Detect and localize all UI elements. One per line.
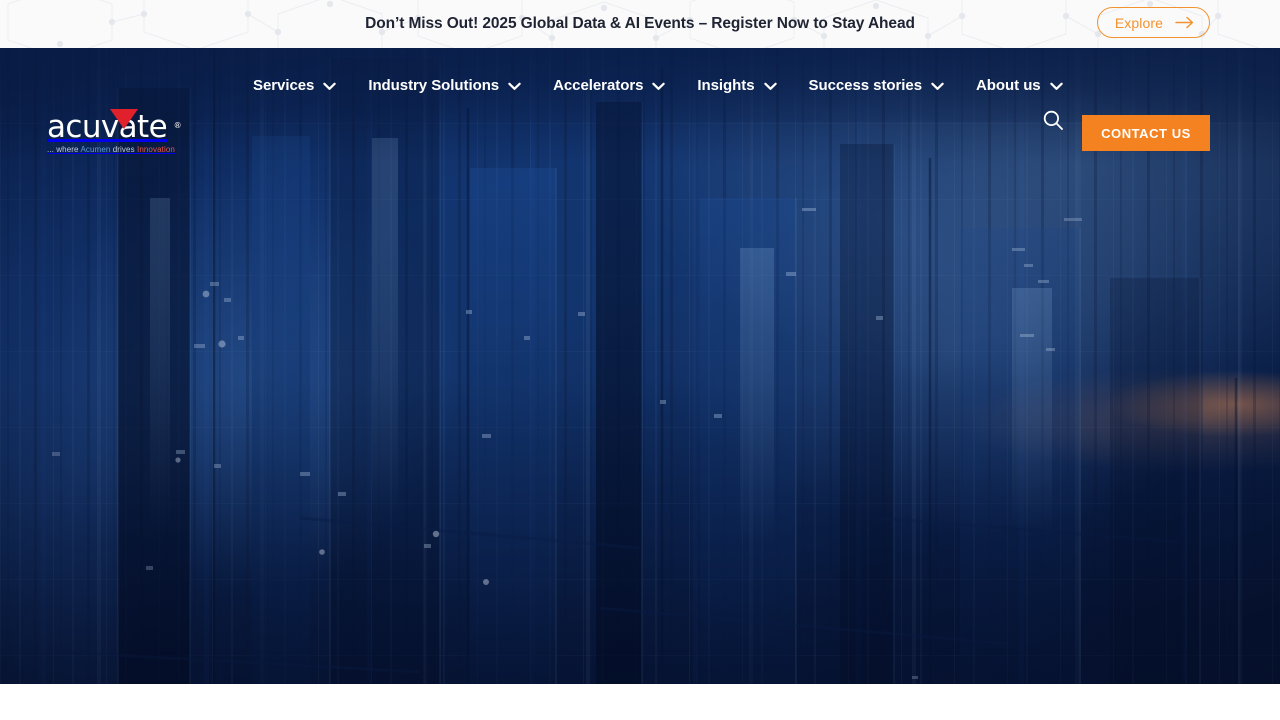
nav-item-label: About us xyxy=(976,76,1041,94)
logo-wordmark: acuvate ® xyxy=(47,109,182,145)
nav-item-label: Services xyxy=(253,76,315,94)
logo-triangle-icon xyxy=(110,109,138,129)
logo-tagline-part1: ... where xyxy=(47,145,81,154)
nav-item-success-stories[interactable]: Success stories xyxy=(809,48,945,122)
chevron-down-icon xyxy=(763,82,777,91)
main-navigation-bar: acuvate ® ... where Acumen drives Innova… xyxy=(0,48,1280,154)
logo-registered-mark: ® xyxy=(173,121,182,130)
nav-item-insights[interactable]: Insights xyxy=(697,48,777,122)
logo-tagline-part4: Innovation xyxy=(137,145,175,154)
search-icon xyxy=(1042,109,1064,134)
nav-item-label: Industry Solutions xyxy=(368,76,500,94)
nav-item-accelerators[interactable]: Accelerators xyxy=(553,48,666,122)
logo-tagline: ... where Acumen drives Innovation xyxy=(47,145,175,154)
search-button[interactable] xyxy=(1040,108,1066,134)
nav-item-label: Accelerators xyxy=(553,76,644,94)
chevron-down-icon xyxy=(508,82,521,91)
announcement-text: Don’t Miss Out! 2025 Global Data & AI Ev… xyxy=(365,15,915,32)
contact-us-button[interactable]: CONTACT US xyxy=(1082,115,1210,151)
nav-links: Services Industry Solutions Accelerators xyxy=(253,48,1063,122)
nav-item-services[interactable]: Services xyxy=(253,48,337,122)
contact-us-button-label: CONTACT US xyxy=(1101,125,1191,141)
logo-word-text: acuvate xyxy=(47,109,168,145)
nav-item-label: Success stories xyxy=(808,76,923,94)
chevron-down-icon xyxy=(931,82,944,91)
chevron-down-icon xyxy=(1049,82,1063,91)
chevron-down-icon xyxy=(323,82,337,91)
logo-tagline-part3: drives xyxy=(110,145,138,154)
announcement-bar: Don’t Miss Out! 2025 Global Data & AI Ev… xyxy=(0,0,1280,48)
nav-item-industry-solutions[interactable]: Industry Solutions xyxy=(368,48,521,122)
nav-item-label: Insights xyxy=(697,76,755,94)
logo-tagline-part2: Acumen xyxy=(80,145,111,154)
below-fold-section xyxy=(0,684,1280,720)
hero-banner: acuvate ® ... where Acumen drives Innova… xyxy=(0,48,1280,684)
acuvate-logo[interactable]: acuvate ® ... where Acumen drives Innova… xyxy=(47,109,182,156)
chevron-down-icon xyxy=(652,82,666,91)
